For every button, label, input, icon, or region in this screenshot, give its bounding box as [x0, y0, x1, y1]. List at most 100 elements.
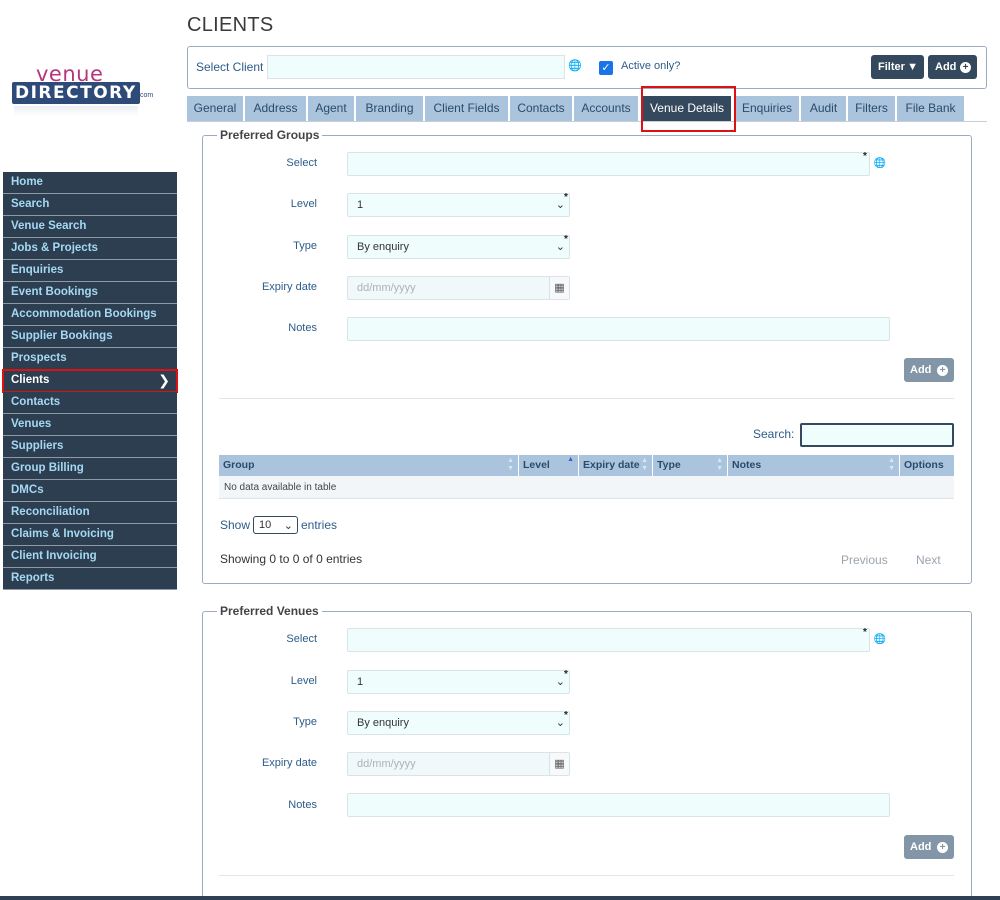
sort-icon: ▲ ▼ — [888, 457, 895, 472]
sidebar-item-accommodation-bookings[interactable]: Accommodation Bookings — [3, 304, 177, 326]
calendar-icon[interactable]: ▦ — [549, 277, 569, 299]
sidebar-item-label: Supplier Bookings — [11, 330, 113, 342]
tab-branding[interactable]: Branding — [356, 96, 424, 121]
sidebar-item-label: Enquiries — [11, 264, 64, 276]
tab-client-fields[interactable]: Client Fields — [425, 96, 509, 121]
column-header-level[interactable]: Level ▲ — [519, 455, 579, 476]
group-expiry-input[interactable]: dd/mm/yyyy ▦ — [347, 276, 570, 300]
next-page-button[interactable]: Next — [916, 553, 941, 567]
divider — [219, 398, 954, 399]
filter-button[interactable]: Filter ▼ — [871, 55, 924, 79]
group-level-value: 1 — [357, 199, 364, 211]
required-marker: * — [564, 234, 568, 245]
tab-address[interactable]: Address — [245, 96, 307, 121]
column-header-type[interactable]: Type ▲ ▼ — [653, 455, 728, 476]
column-label: Group — [223, 459, 255, 471]
tab-filters[interactable]: Filters — [848, 96, 896, 121]
sidebar-item-contacts[interactable]: Contacts — [3, 392, 177, 414]
previous-page-button[interactable]: Previous — [841, 553, 888, 567]
venue-expiry-input[interactable]: dd/mm/yyyy ▦ — [347, 752, 570, 776]
plus-circle-icon: + — [960, 62, 971, 73]
column-label: Type — [657, 459, 681, 471]
sidebar-item-label: Suppliers — [11, 440, 64, 452]
sidebar-item-label: Event Bookings — [11, 286, 98, 298]
group-notes-label: Notes — [288, 322, 317, 334]
venue-notes-input[interactable] — [347, 793, 890, 817]
sidebar-item-dmcs[interactable]: DMCs — [3, 480, 177, 502]
tab-audit[interactable]: Audit — [801, 96, 847, 121]
sidebar-item-label: Venues — [11, 418, 52, 430]
table-search-input[interactable] — [800, 423, 954, 447]
calendar-icon[interactable]: ▦ — [549, 753, 569, 775]
sidebar-item-event-bookings[interactable]: Event Bookings — [3, 282, 177, 304]
add-group-button[interactable]: Add + — [904, 358, 954, 382]
venue-select-input[interactable] — [347, 628, 870, 652]
sidebar-nav: Home Search Venue Search Jobs & Projects… — [2, 172, 178, 590]
funnel-icon: ▼ — [907, 61, 918, 73]
group-type-value: By enquiry — [357, 241, 409, 253]
venue-level-select[interactable]: 1 ⌄ — [347, 670, 570, 694]
group-notes-input[interactable] — [347, 317, 890, 341]
column-label: Expiry date — [583, 459, 640, 471]
sort-icon: ▲ ▼ — [507, 457, 514, 472]
sidebar-item-suppliers[interactable]: Suppliers — [3, 436, 177, 458]
sidebar-item-group-billing[interactable]: Group Billing — [3, 458, 177, 480]
column-header-notes[interactable]: Notes ▲ ▼ — [728, 455, 900, 476]
select-client-input[interactable] — [267, 55, 565, 79]
sidebar-item-client-invoicing[interactable]: Client Invoicing — [3, 546, 177, 568]
sidebar-item-reports[interactable]: Reports — [3, 568, 177, 590]
sidebar-item-label: Clients — [11, 374, 50, 386]
sidebar-item-prospects[interactable]: Prospects — [3, 348, 177, 370]
sidebar-item-claims-invoicing[interactable]: Claims & Invoicing — [3, 524, 177, 546]
add-venue-button[interactable]: Add + — [904, 835, 954, 859]
sidebar-item-enquiries[interactable]: Enquiries — [3, 260, 177, 282]
tab-contacts[interactable]: Contacts — [510, 96, 573, 121]
group-select-input[interactable] — [347, 152, 870, 176]
groups-table-header: Group ▲ ▼ Level ▲ Expiry date ▲ ▼ Type ▲ ▼ Note… — [219, 455, 954, 476]
tab-file-bank[interactable]: File Bank — [897, 96, 965, 121]
group-level-select[interactable]: 1 ⌄ — [347, 193, 570, 217]
preferred-groups-fieldset: Preferred Groups — [202, 128, 972, 584]
column-header-group[interactable]: Group ▲ ▼ — [219, 455, 519, 476]
page-length-value: 10 — [259, 519, 272, 531]
add-client-button[interactable]: Add + — [928, 55, 977, 79]
preferred-groups-legend: Preferred Groups — [217, 128, 323, 142]
sidebar-item-venues[interactable]: Venues — [3, 414, 177, 436]
sort-icon: ▲ ▼ — [716, 457, 723, 472]
globe-icon[interactable]: 🌐 — [568, 60, 582, 73]
column-label: Options — [904, 459, 944, 471]
globe-icon[interactable]: 🌐 — [870, 152, 890, 176]
plus-circle-icon: + — [937, 842, 948, 853]
sidebar-item-label: Client Invoicing — [11, 550, 97, 562]
sidebar-item-label: Reconciliation — [11, 506, 90, 518]
preferred-venues-fieldset: Preferred Venues — [202, 604, 972, 900]
tab-general[interactable]: General — [187, 96, 244, 121]
sidebar-item-reconciliation[interactable]: Reconciliation — [3, 502, 177, 524]
sidebar-item-label: Home — [11, 176, 43, 188]
select-client-label: Select Client — [196, 60, 264, 74]
sidebar-item-search[interactable]: Search — [3, 194, 177, 216]
group-type-select[interactable]: By enquiry ⌄ — [347, 235, 570, 259]
tab-agent[interactable]: Agent — [308, 96, 355, 121]
sidebar-item-label: Group Billing — [11, 462, 84, 474]
venue-type-value: By enquiry — [357, 717, 409, 729]
active-only-checkbox[interactable]: ✓ — [599, 61, 613, 75]
sidebar-item-supplier-bookings[interactable]: Supplier Bookings — [3, 326, 177, 348]
taskbar-edge — [0, 896, 1000, 900]
tab-accounts[interactable]: Accounts — [574, 96, 639, 121]
add-button-label: Add — [910, 364, 932, 376]
venue-expiry-placeholder: dd/mm/yyyy — [357, 758, 416, 770]
sidebar-item-clients[interactable]: Clients ❯ — [2, 369, 178, 393]
globe-icon[interactable]: 🌐 — [870, 628, 890, 652]
chevron-right-icon: ❯ — [158, 372, 170, 388]
active-tab-highlight — [641, 86, 736, 132]
sidebar-item-jobs-projects[interactable]: Jobs & Projects — [3, 238, 177, 260]
tab-enquiries[interactable]: Enquiries — [735, 96, 800, 121]
active-only-label: Active only? — [621, 60, 681, 72]
sidebar-item-home[interactable]: Home — [3, 172, 177, 194]
column-header-expiry-date[interactable]: Expiry date ▲ ▼ — [579, 455, 653, 476]
logo-suffix: .com — [138, 92, 154, 99]
venue-type-select[interactable]: By enquiry ⌄ — [347, 711, 570, 735]
page-length-select[interactable]: 10 ⌄ — [253, 516, 298, 534]
sidebar-item-venue-search[interactable]: Venue Search — [3, 216, 177, 238]
